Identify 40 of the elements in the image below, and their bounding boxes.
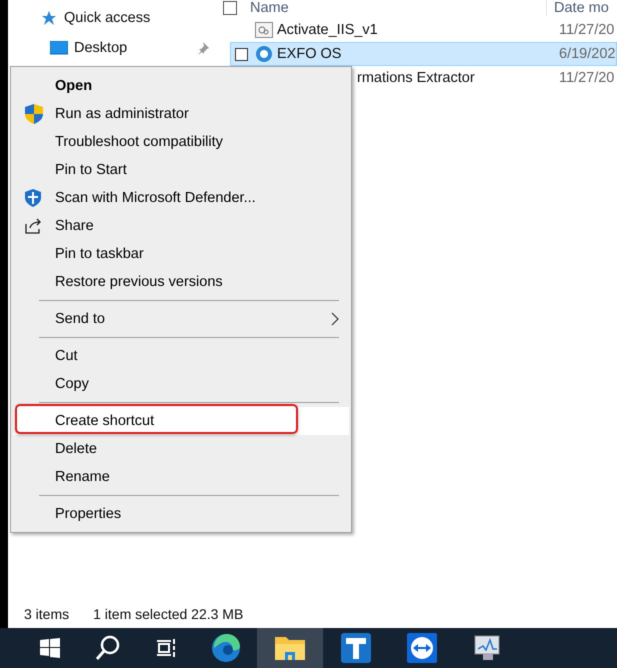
defender-icon — [25, 189, 41, 207]
desktop-icon — [50, 41, 68, 55]
menu-item[interactable]: Properties — [13, 500, 349, 528]
select-all-checkbox[interactable] — [223, 1, 237, 15]
sidebar-item[interactable]: Desktop — [8, 36, 230, 60]
shield-icon — [25, 104, 43, 124]
menu-item[interactable]: Delete — [13, 435, 349, 463]
column-header[interactable]: Name — [250, 0, 546, 16]
pin-icon[interactable] — [196, 41, 210, 55]
column-header[interactable]: Date mo — [546, 0, 609, 16]
file-date: 11/27/20 — [558, 70, 614, 86]
menu-item[interactable]: Run as administrator — [13, 100, 349, 128]
star-icon — [41, 10, 57, 26]
app-icon — [255, 45, 273, 63]
menu-item[interactable]: Open — [13, 72, 349, 100]
menu-item[interactable]: Pin to taskbar — [13, 240, 349, 268]
menu-item[interactable]: Send to — [13, 305, 349, 333]
selection-info: 1 item selected 22.3 MB — [93, 606, 244, 622]
file-date: 6/19/202 — [558, 46, 616, 62]
folder-icon[interactable] — [257, 628, 323, 668]
sidebar-item[interactable]: Quick access — [8, 6, 230, 30]
file-name: Activate_IIS_v1 — [277, 22, 379, 38]
share-icon — [25, 218, 43, 234]
menu-item[interactable]: Copy — [13, 370, 349, 398]
menu-item[interactable]: Restore previous versions — [13, 268, 349, 296]
item-count: 3 items — [24, 606, 70, 622]
selected-row[interactable]: EXFO OS 6/19/202 — [230, 42, 617, 66]
file-name: rmations Extractor — [356, 70, 476, 86]
script-icon — [255, 22, 273, 38]
row-checkbox[interactable] — [234, 48, 248, 60]
chevron-right-icon — [331, 312, 339, 326]
menu-item[interactable]: Scan with Microsoft Defender... — [13, 184, 349, 212]
menu-item[interactable]: Share — [13, 212, 349, 240]
menu-item[interactable]: Rename — [13, 463, 349, 491]
menu-item[interactable]: Create shortcut — [13, 407, 349, 435]
menu-item[interactable]: Pin to Start — [13, 156, 349, 184]
menu-item[interactable]: Cut — [13, 342, 349, 370]
file-name: EXFO OS — [277, 46, 342, 62]
menu-item[interactable]: Troubleshoot compatibility — [13, 128, 349, 156]
file-date: 11/27/20 — [558, 22, 614, 38]
